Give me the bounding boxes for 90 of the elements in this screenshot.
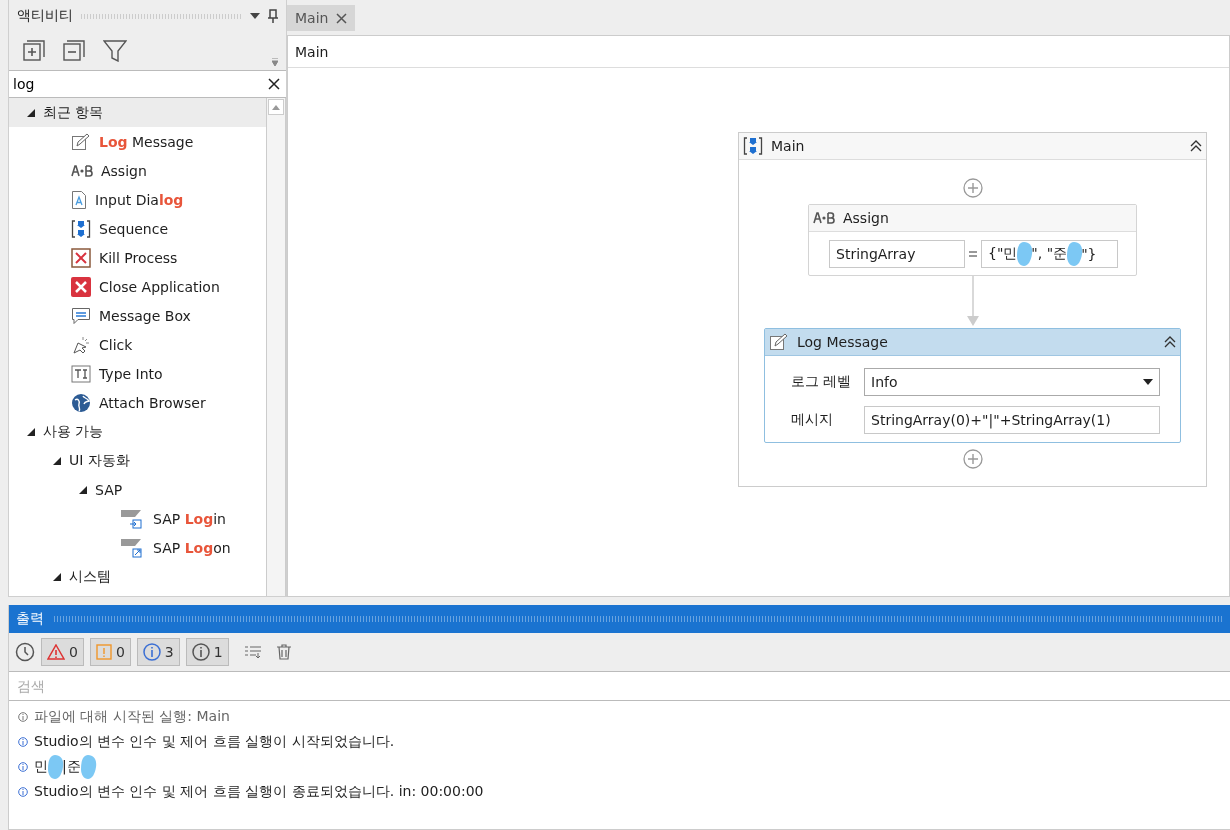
info-icon xyxy=(18,736,28,747)
pin-icon[interactable] xyxy=(268,9,278,23)
sequence-icon xyxy=(743,136,763,156)
info-icon xyxy=(18,711,28,722)
tree-item[interactable]: SAP Logon xyxy=(9,533,266,562)
info-icon xyxy=(18,761,28,772)
add-activity-icon[interactable] xyxy=(962,449,983,469)
tree-item[interactable]: Type Into xyxy=(9,359,266,388)
warning-triangle-icon xyxy=(47,644,65,660)
info-icon xyxy=(142,643,161,661)
sequence-icon xyxy=(71,218,91,239)
collapse-icon[interactable] xyxy=(1164,336,1176,348)
log-line: Studio의 변수 인수 및 제어 흐름 실행이 시작되었습니다. xyxy=(34,732,395,751)
level-dropdown[interactable]: Info xyxy=(864,368,1160,396)
exclamation-square-icon xyxy=(95,644,112,660)
filter-icon[interactable] xyxy=(103,40,127,62)
expanded-arrow-icon[interactable] xyxy=(53,572,61,581)
edit-note-icon xyxy=(769,333,789,351)
log-filter-button[interactable]: 3 xyxy=(136,638,180,666)
info-icon xyxy=(191,643,210,661)
document-icon xyxy=(71,189,87,210)
tree-item[interactable]: 사용 가능 xyxy=(9,417,266,446)
field-label: 로그 레벨 xyxy=(791,373,853,391)
connector-arrow xyxy=(966,276,979,328)
tree-item[interactable]: Message Box xyxy=(9,301,266,330)
sequence-container[interactable]: Main Assign StringArray {"민 ", "준 "} Log Message 로그 레벨 Info 메시지 StringArray(0)+"|"+StringArray(1) xyxy=(738,132,1207,487)
add-activity-icon[interactable] xyxy=(962,178,983,198)
expanded-arrow-icon[interactable] xyxy=(27,427,35,436)
tree-item[interactable]: 시스템 xyxy=(9,562,266,591)
log-filter-button[interactable]: 0 xyxy=(89,638,131,666)
clock-icon[interactable] xyxy=(15,642,35,662)
tree-item[interactable]: 최근 항목 xyxy=(9,98,266,127)
log-filter-button[interactable]: 0 xyxy=(41,638,84,666)
text-field-icon xyxy=(71,364,91,383)
tree-item[interactable]: Attach Browser xyxy=(9,388,266,417)
tree-item[interactable]: Log Message xyxy=(9,127,266,156)
tree-item[interactable]: Kill Process xyxy=(9,243,266,272)
input-field[interactable]: StringArray(0)+"|"+StringArray(1) xyxy=(864,406,1160,434)
input-field[interactable]: {"민 ", "준 "} xyxy=(981,240,1118,268)
log-line: 파일에 대해 시작된 실행: Main xyxy=(34,707,230,726)
expand-all-icon[interactable] xyxy=(23,40,45,62)
expanded-arrow-icon[interactable] xyxy=(79,485,87,494)
panel-title: 액티비티 xyxy=(17,7,73,25)
expanded-arrow-icon[interactable] xyxy=(53,456,61,465)
tree-item[interactable]: Assign xyxy=(9,156,266,185)
search-field[interactable]: log xyxy=(9,70,286,98)
sap-logon-icon xyxy=(121,537,145,558)
assign-icon xyxy=(813,212,835,224)
search-field[interactable]: 검색 xyxy=(9,671,1230,701)
overflow-icon xyxy=(272,58,278,66)
activity-title: Assign xyxy=(843,210,890,226)
dropdown-icon[interactable] xyxy=(250,13,260,19)
log-line: 민 |준 xyxy=(34,757,95,776)
tree-item[interactable]: SAP Login xyxy=(9,504,266,533)
dropdown-icon xyxy=(1143,379,1153,385)
trash-icon[interactable] xyxy=(276,644,291,660)
edit-note-icon xyxy=(71,132,91,151)
assign-icon xyxy=(71,164,93,177)
tree-item[interactable]: Input Dialog xyxy=(9,185,266,214)
info-icon xyxy=(18,786,28,797)
assign-activity[interactable]: Assign StringArray {"민 ", "준 "} xyxy=(808,204,1137,276)
close-icon[interactable] xyxy=(268,78,280,90)
globe-icon xyxy=(71,392,91,413)
equals-icon xyxy=(969,250,977,258)
pointer-icon xyxy=(71,334,91,355)
breadcrumb[interactable]: Main xyxy=(295,43,329,60)
expanded-arrow-icon[interactable] xyxy=(27,108,35,117)
tree-item[interactable]: Close Application xyxy=(9,272,266,301)
field-label: 메시지 xyxy=(791,411,834,429)
input-field[interactable]: StringArray xyxy=(829,240,965,268)
log-filter-button[interactable]: 1 xyxy=(185,638,229,666)
x-box-icon xyxy=(71,247,91,268)
x-box-icon xyxy=(71,276,91,297)
sap-login-icon xyxy=(121,508,145,529)
sequence-title: Main xyxy=(771,138,806,154)
log-message-activity[interactable]: Log Message 로그 레벨 Info 메시지 StringArray(0)+"|"+StringArray(1) xyxy=(764,328,1181,443)
document-tab[interactable]: Main xyxy=(287,5,356,31)
log-line: Studio의 변수 인수 및 제어 흐름 실행이 종료되었습니다. in: 00:00:00 xyxy=(34,782,484,801)
tree-item[interactable]: UI 자동화 xyxy=(9,446,266,475)
tree-item[interactable]: SAP xyxy=(9,475,266,504)
speech-bubble-icon xyxy=(71,306,91,325)
scroll-up-icon[interactable] xyxy=(272,104,280,110)
collapse-all-icon[interactable] xyxy=(63,40,85,62)
tree-item[interactable]: Sequence xyxy=(9,214,266,243)
redaction-mark xyxy=(45,753,65,780)
panel-title: 출력 xyxy=(16,610,44,628)
scrollbar[interactable] xyxy=(266,98,286,596)
collapse-icon[interactable] xyxy=(1190,140,1202,152)
tree-item[interactable]: Click xyxy=(9,330,266,359)
activity-title: Log Message xyxy=(797,334,889,350)
